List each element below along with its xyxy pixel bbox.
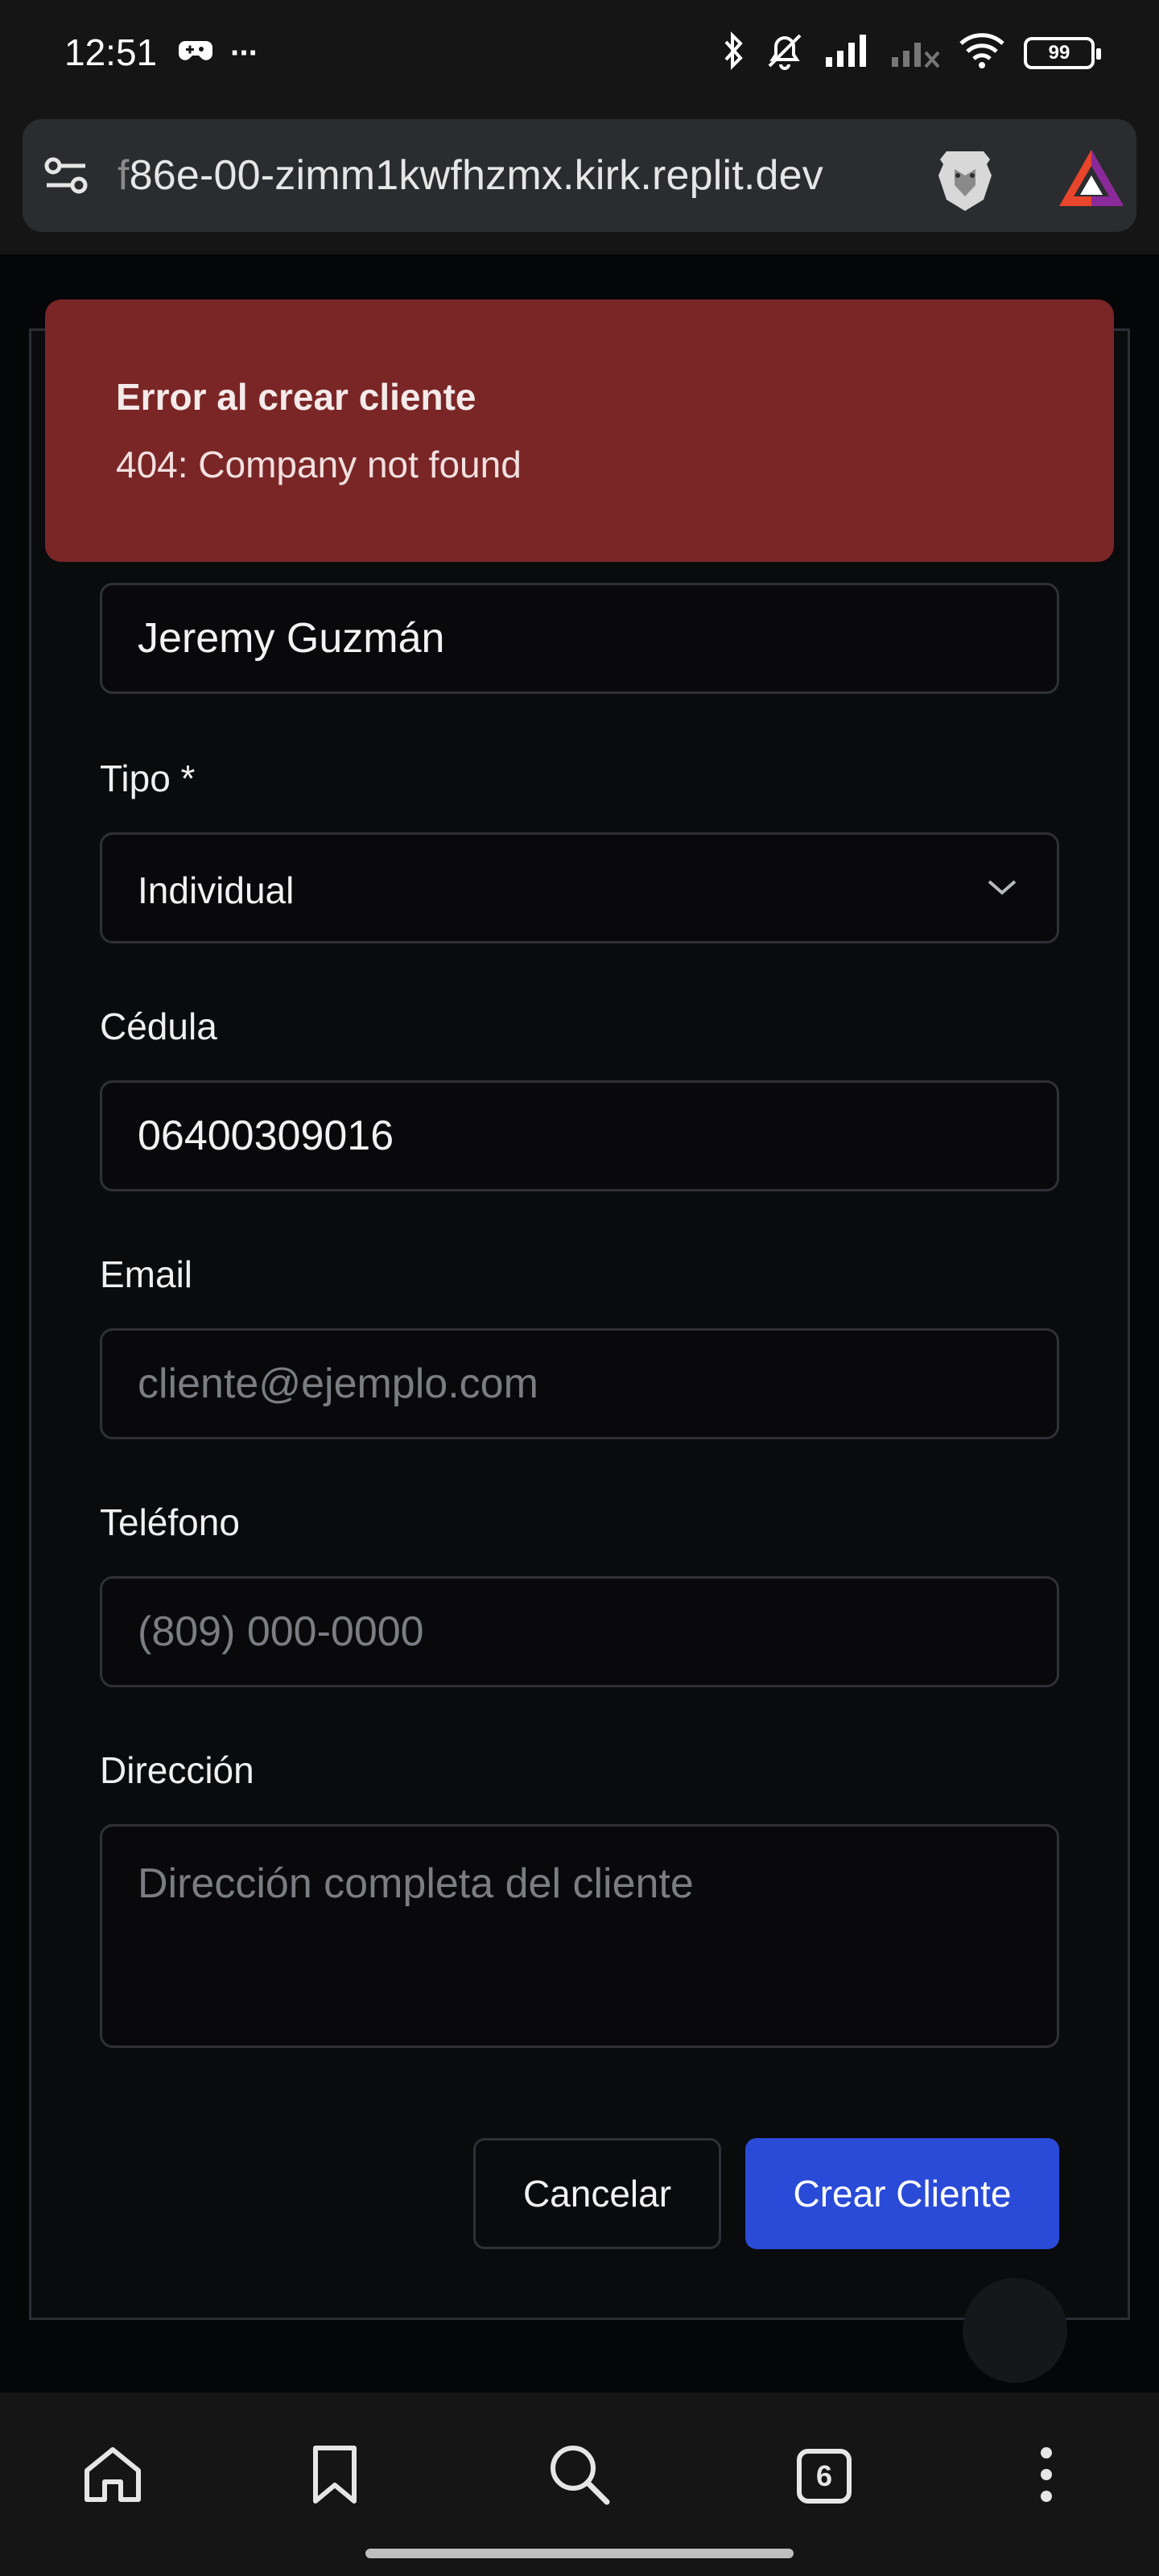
home-button[interactable] [74, 2438, 151, 2515]
email-field[interactable] [102, 1331, 1057, 1437]
home-icon [82, 2445, 143, 2508]
error-toast[interactable]: Error al crear cliente 404: Company not … [45, 299, 1114, 562]
status-time: 12:51 [64, 31, 158, 73]
more-dots-icon: ··· [230, 35, 259, 71]
brave-shields-icon[interactable] [930, 147, 1000, 218]
page: 12:51 ··· 99 f86e-00-zimm1kwfhzmx.kirk.r… [0, 0, 1159, 2576]
browser-bottom-nav: 6 [0, 2392, 1159, 2576]
tabs-button[interactable]: 6 [786, 2438, 863, 2515]
url-faded-prefix: f [118, 152, 130, 199]
telefono-field-box [100, 1576, 1059, 1687]
signal-no-service-icon [890, 33, 940, 72]
menu-button[interactable] [1008, 2438, 1085, 2515]
url-text[interactable]: f86e-00-zimm1kwfhzmx.kirk.replit.dev [118, 151, 906, 200]
address-bar[interactable]: f86e-00-zimm1kwfhzmx.kirk.replit.dev [23, 119, 1136, 232]
signal-icon [824, 33, 872, 72]
bookmark-icon [311, 2445, 359, 2508]
direccion-field-box [100, 1824, 1059, 2048]
search-button[interactable] [541, 2438, 618, 2515]
battery-icon: 99 [1024, 36, 1101, 69]
status-bar: 12:51 ··· 99 [0, 0, 1159, 113]
url-main: 86e-00-zimm1kwfhzmx.kirk.replit.dev [129, 152, 823, 199]
tipo-label: Tipo * [100, 758, 196, 799]
search-icon [547, 2442, 612, 2511]
status-right-icons: 99 [723, 31, 1101, 75]
toast-description: 404: Company not found [116, 444, 522, 485]
tipo-selected-value: Individual [138, 869, 295, 911]
cancel-button[interactable]: Cancelar [473, 2138, 721, 2249]
telefono-field[interactable] [102, 1579, 1057, 1685]
telefono-label: Teléfono [100, 1501, 240, 1543]
name-value: Jeremy Guzmán [138, 615, 445, 662]
email-label: Email [100, 1253, 193, 1295]
home-indicator[interactable] [365, 2549, 794, 2558]
bookmarks-button[interactable] [296, 2438, 373, 2515]
email-field-box [100, 1328, 1059, 1439]
create-client-button[interactable]: Crear Cliente [745, 2138, 1059, 2249]
browser-toolbar: f86e-00-zimm1kwfhzmx.kirk.replit.dev [0, 113, 1159, 254]
site-settings-icon[interactable] [43, 155, 89, 200]
status-left-icons: ··· [179, 35, 259, 72]
game-controller-icon [179, 38, 212, 69]
chevron-down-icon [986, 875, 1018, 903]
toast-title: Error al crear cliente [116, 376, 476, 418]
bell-muted-icon [763, 31, 806, 75]
background-fab [963, 2278, 1067, 2383]
brave-rewards-icon[interactable] [1058, 148, 1125, 212]
cedula-label: Cédula [100, 1005, 217, 1047]
cedula-field[interactable]: 06400309016 [100, 1080, 1059, 1191]
page-content [0, 254, 1159, 2392]
wifi-icon [958, 32, 1006, 73]
direccion-label: Dirección [100, 1749, 254, 1791]
tipo-select[interactable]: Individual [100, 832, 1059, 943]
name-field[interactable]: Jeremy Guzmán [100, 583, 1059, 694]
tabs-count-icon: 6 [797, 2449, 852, 2504]
bluetooth-icon [723, 31, 745, 75]
direccion-field[interactable] [102, 1827, 1057, 2046]
cedula-value: 06400309016 [138, 1113, 394, 1159]
more-vertical-icon [1038, 2446, 1054, 2507]
